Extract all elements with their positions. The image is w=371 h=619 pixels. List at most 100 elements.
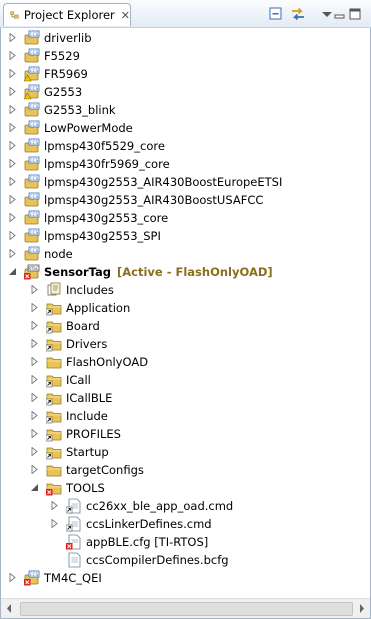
svg-text:RTSC: RTSC [28, 266, 38, 271]
tree-item-icallble[interactable]: ICallBLE [0, 389, 371, 407]
tree-item-label: Application [66, 301, 131, 315]
tree-item-fr5969[interactable]: CCS FR5969 [0, 65, 371, 83]
tree-item-ccslinkerdefines-cmd[interactable]: ccsLinkerDefines.cmd [0, 515, 371, 533]
tab-title: Project Explorer [23, 8, 115, 22]
tree-item-node[interactable]: CCS node [0, 245, 371, 263]
collapsed-arrow-icon[interactable] [30, 321, 39, 330]
tree-item-lowpowermode[interactable]: CCS LowPowerMode [0, 119, 371, 137]
collapsed-arrow-icon[interactable] [8, 231, 17, 240]
tree-item-lpmsp430g2553-air430boosteuropeetsi[interactable]: CCS lpmsp430g2553_AIR430BoostEuropeETSI [0, 173, 371, 191]
maximize-icon[interactable] [348, 6, 362, 22]
collapsed-arrow-icon[interactable] [8, 195, 17, 204]
tree-item-appble-cfg-ti-rtos[interactable]: appBLE.cfg [TI-RTOS] [0, 533, 371, 551]
tree-item-drivers[interactable]: Drivers [0, 335, 371, 353]
tree-item-label: G2553 [44, 85, 83, 99]
active-config-decoration: [Active - FlashOnlyOAD] [117, 265, 273, 279]
folder-link-icon [46, 429, 62, 442]
folder-icon [46, 357, 62, 369]
tree-item-tools[interactable]: TOOLS [0, 479, 371, 497]
tab-project-explorer[interactable]: Project Explorer ✕ [3, 3, 131, 26]
collapsed-arrow-icon[interactable] [8, 33, 17, 42]
tree-item-ccscompilerdefines-bcfg[interactable]: ccsCompilerDefines.bcfg [0, 551, 371, 569]
collapsed-arrow-icon[interactable] [30, 465, 39, 474]
tree-item-targetconfigs[interactable]: targetConfigs [0, 461, 371, 479]
tree-item-sensortag[interactable]: RTSC SensorTag [Active - FlashOnlyOAD] [0, 263, 371, 281]
collapsed-arrow-icon[interactable] [30, 303, 39, 312]
tree-item-f5529[interactable]: CCS F5529 [0, 47, 371, 65]
scroll-left-icon[interactable] [1, 599, 18, 618]
collapsed-arrow-icon[interactable] [8, 213, 17, 222]
ccs-project-icon: CCS [24, 174, 40, 189]
collapsed-arrow-icon[interactable] [30, 339, 39, 348]
tree-item-label: lpmsp430g2553_AIR430BoostUSAFCC [44, 193, 264, 207]
tree-item-label: lpmsp430g2553_SPI [44, 229, 161, 243]
tree-item-cc26xx-ble-app-oad-cmd[interactable]: cc26xx_ble_app_oad.cmd [0, 497, 371, 515]
scrollbar-thumb[interactable] [20, 602, 353, 616]
tree-item-label: Includes [66, 283, 114, 297]
tree-item-label: appBLE.cfg [TI-RTOS] [86, 535, 209, 549]
collapsed-arrow-icon[interactable] [30, 357, 39, 366]
collapsed-arrow-icon[interactable] [50, 519, 59, 528]
horizontal-scrollbar[interactable] [1, 598, 370, 618]
collapsed-arrow-icon[interactable] [30, 393, 39, 402]
collapsed-arrow-icon[interactable] [8, 87, 17, 96]
close-icon[interactable]: ✕ [121, 9, 130, 22]
ccs-project-icon: CCS [24, 246, 40, 261]
tree-item-label: Include [66, 409, 108, 423]
tree-item-icall[interactable]: ICall [0, 371, 371, 389]
tree-item-label: LowPowerMode [44, 121, 133, 135]
minimize-icon[interactable] [333, 6, 347, 22]
tree-item-label: PROFILES [66, 427, 121, 441]
collapsed-arrow-icon[interactable] [30, 285, 39, 294]
collapsed-arrow-icon[interactable] [30, 447, 39, 456]
link-with-editor-icon[interactable] [290, 6, 306, 22]
collapsed-arrow-icon[interactable] [30, 375, 39, 384]
ccs-project-icon: CCS [24, 192, 40, 207]
file-link-icon [66, 498, 81, 514]
ccs-project-error-icon: CCS [24, 570, 40, 586]
svg-text:CCS: CCS [30, 104, 39, 109]
tree-item-label: ICallBLE [66, 391, 113, 405]
tree-item-lpmsp430g2553-core[interactable]: CCS lpmsp430g2553_core [0, 209, 371, 227]
view-menu-icon[interactable] [320, 6, 334, 22]
collapsed-arrow-icon[interactable] [30, 411, 39, 420]
collapsed-arrow-icon[interactable] [8, 159, 17, 168]
svg-text:CCS: CCS [30, 50, 39, 55]
tree-item-flashonlyoad[interactable]: FlashOnlyOAD [0, 353, 371, 371]
tree-item-lpmsp430fr5969-core[interactable]: CCS lpmsp430fr5969_core [0, 155, 371, 173]
tree-item-includes[interactable]: Includes [0, 281, 371, 299]
collapsed-arrow-icon[interactable] [8, 177, 17, 186]
collapsed-arrow-icon[interactable] [50, 501, 59, 510]
collapsed-arrow-icon[interactable] [8, 51, 17, 60]
tree-item-label: TOOLS [66, 481, 105, 495]
tree-item-board[interactable]: Board [0, 317, 371, 335]
tree-item-driverlib[interactable]: CCS driverlib [0, 29, 371, 47]
collapsed-arrow-icon[interactable] [8, 105, 17, 114]
tree-item-label: lpmsp430fr5969_core [44, 157, 170, 171]
tree-item-g2553[interactable]: CCS G2553 [0, 83, 371, 101]
tree-item-lpmsp430g2553-air430boostusafcc[interactable]: CCS lpmsp430g2553_AIR430BoostUSAFCC [0, 191, 371, 209]
collapsed-arrow-icon[interactable] [8, 573, 17, 582]
tree-item-label: cc26xx_ble_app_oad.cmd [86, 499, 234, 513]
collapsed-arrow-icon[interactable] [8, 69, 17, 78]
tree-item-application[interactable]: Application [0, 299, 371, 317]
tree-item-lpmsp430f5529-core[interactable]: CCS lpmsp430f5529_core [0, 137, 371, 155]
collapsed-arrow-icon[interactable] [8, 249, 17, 258]
tree-item-lpmsp430g2553-spi[interactable]: CCS lpmsp430g2553_SPI [0, 227, 371, 245]
collapsed-arrow-icon[interactable] [8, 141, 17, 150]
expanded-arrow-icon[interactable] [8, 267, 17, 276]
tree-item-tm4c-qei[interactable]: CCS TM4C_QEI [0, 569, 371, 587]
scroll-right-icon[interactable] [353, 599, 370, 618]
svg-text:CCS: CCS [30, 248, 39, 253]
tree-item-profiles[interactable]: PROFILES [0, 425, 371, 443]
collapsed-arrow-icon[interactable] [8, 123, 17, 132]
tree-item-startup[interactable]: Startup [0, 443, 371, 461]
tree-item-label: ccsCompilerDefines.bcfg [86, 553, 229, 567]
tree-item-g2553-blink[interactable]: CCS G2553_blink [0, 101, 371, 119]
svg-text:CCS: CCS [30, 86, 39, 91]
tree-item-include[interactable]: Include [0, 407, 371, 425]
collapsed-arrow-icon[interactable] [30, 429, 39, 438]
svg-text:CCS: CCS [30, 212, 39, 217]
expanded-arrow-icon[interactable] [30, 483, 39, 492]
collapse-all-icon[interactable] [268, 6, 284, 22]
